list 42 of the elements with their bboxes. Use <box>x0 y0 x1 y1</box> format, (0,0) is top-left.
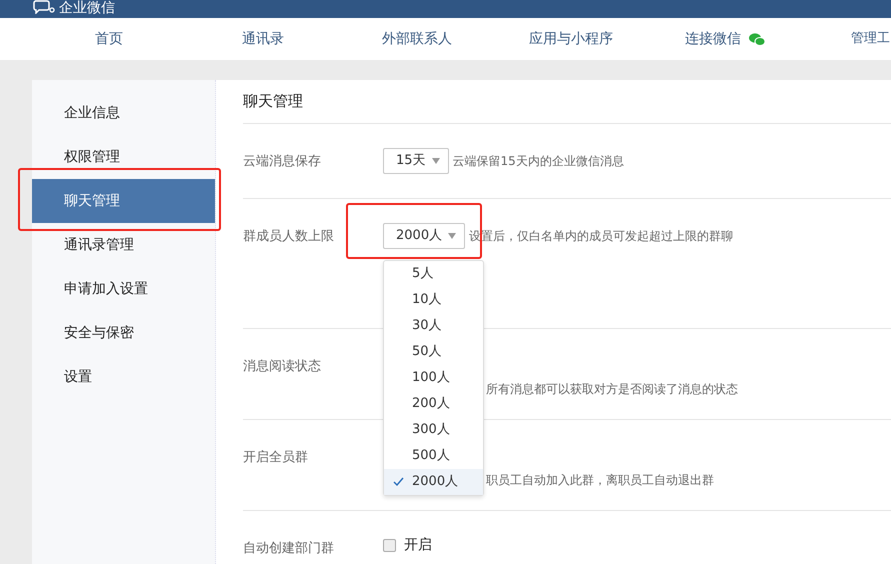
setting-label: 自动创建部门群 <box>243 541 334 556</box>
setting-label: 开启全员群 <box>243 450 308 465</box>
nav-link[interactable]: 通讯录 <box>242 28 284 50</box>
dropdown-item[interactable]: 5人 <box>384 261 483 287</box>
caret-icon <box>448 233 456 239</box>
sidebar-item[interactable]: 通讯录管理 <box>32 223 215 267</box>
chat-bubbles-icon <box>33 0 55 14</box>
nav-link[interactable]: 首页 <box>95 28 123 50</box>
option-label: 开启 <box>404 536 432 555</box>
select-field[interactable]: 15天 <box>383 148 449 174</box>
nav-link[interactable]: 连接微信 <box>685 28 741 50</box>
dropdown-item[interactable]: 300人 <box>384 417 483 443</box>
setting-label: 群成员人数上限 <box>243 229 334 244</box>
nav-link[interactable]: 应用与小程序 <box>529 28 613 50</box>
dropdown-item[interactable]: 10人 <box>384 287 483 313</box>
chat-bubbles-icon <box>749 32 765 46</box>
dropdown-item[interactable]: 2000人 <box>384 469 483 495</box>
sidebar-item[interactable]: 企业信息 <box>32 91 215 135</box>
hint-text: 职员工自动加入此群，离职员工自动退出群 <box>486 472 714 489</box>
select-field[interactable]: 2000人 <box>383 223 466 249</box>
dropdown-item[interactable]: 50人 <box>384 339 483 365</box>
page-title: 聊天管理 <box>243 91 303 112</box>
dropdown-item[interactable]: 200人 <box>384 391 483 417</box>
checkbox[interactable] <box>383 539 396 552</box>
nav-link[interactable]: 管理工 <box>851 29 890 49</box>
sidebar-item[interactable]: 申请加入设置 <box>32 267 215 311</box>
sidebar-item[interactable]: 安全与保密 <box>32 311 215 355</box>
dropdown-item[interactable]: 500人 <box>384 443 483 469</box>
setting-label: 消息阅读状态 <box>243 359 321 374</box>
sidebar-item[interactable]: 权限管理 <box>32 135 215 179</box>
nav-link[interactable]: 外部联系人 <box>382 28 452 50</box>
sidebar-item[interactable]: 聊天管理 <box>32 179 215 223</box>
dropdown-item[interactable]: 100人 <box>384 365 483 391</box>
hint-text: 设置后，仅白名单内的成员可发起超过上限的群聊 <box>469 228 734 245</box>
sidebar-item[interactable]: 设置 <box>32 355 215 399</box>
dropdown-item[interactable]: 30人 <box>384 313 483 339</box>
check-icon <box>393 477 404 486</box>
setting-label: 云端消息保存 <box>243 154 321 169</box>
caret-icon <box>432 158 440 164</box>
brand-name: 企业微信 <box>59 0 115 16</box>
hint-text: 云端保留15天内的企业微信消息 <box>452 153 624 170</box>
hint-text: 所有消息都可以获取对方是否阅读了消息的状态 <box>486 381 738 398</box>
